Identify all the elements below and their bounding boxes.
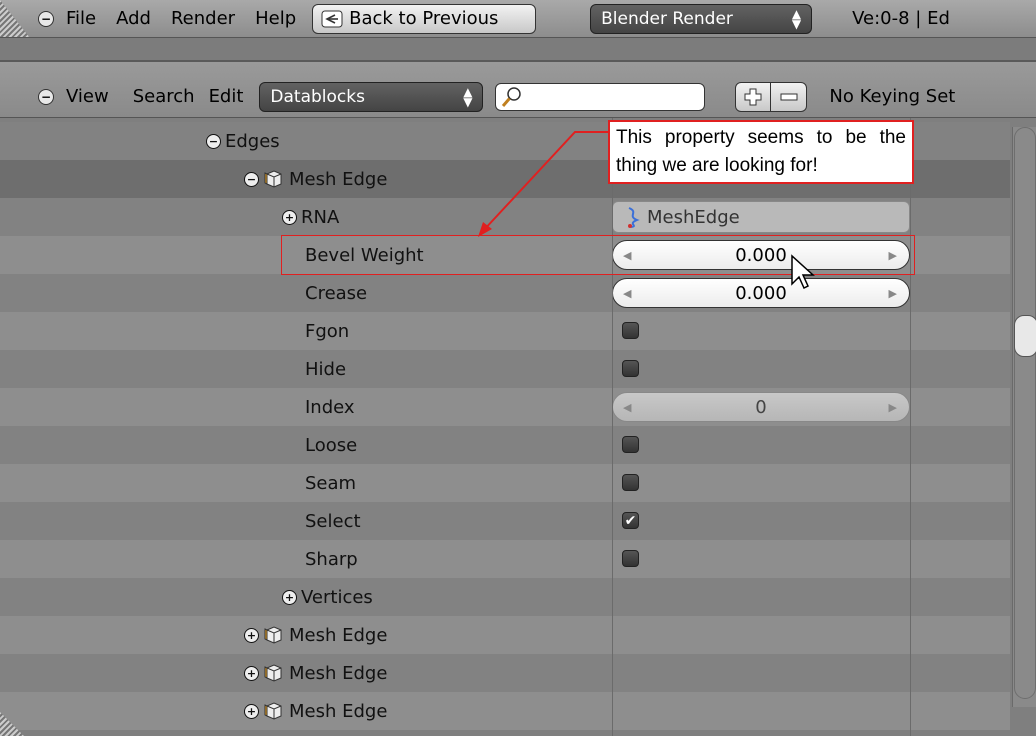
crease-field[interactable]: ◀ 0.000 ▶ <box>612 278 910 308</box>
decrement-arrow-icon[interactable]: ◀ <box>623 287 631 300</box>
mesh-cube-icon <box>264 664 282 682</box>
property-name: Crease <box>305 282 368 304</box>
display-mode-label: Datablocks <box>270 86 365 107</box>
edges-label: Edges <box>225 130 280 152</box>
increment-arrow-icon[interactable]: ▶ <box>889 287 897 300</box>
tree-row-mesh-edge[interactable]: + Mesh Edge <box>0 654 1010 692</box>
sharp-checkbox[interactable] <box>622 550 639 567</box>
property-name: Index <box>305 396 355 418</box>
annotation-callout: This property seems to be the thing we a… <box>608 120 914 184</box>
tree-row-seam[interactable]: Seam <box>0 464 1010 502</box>
tree-row-vertices[interactable]: + Vertices <box>0 578 1010 616</box>
property-name: Seam <box>305 472 357 494</box>
menu-help[interactable]: Help <box>255 8 296 29</box>
collapse-icon[interactable]: − <box>206 133 221 149</box>
back-arrow-icon <box>321 10 343 27</box>
plus-icon <box>744 88 762 105</box>
tree-row-crease[interactable]: Crease ◀ 0.000 ▶ <box>0 274 1010 312</box>
checkmark-icon: ✔ <box>624 512 637 529</box>
menu-view[interactable]: View <box>66 86 109 107</box>
collapse-menus-icon[interactable]: − <box>38 88 54 105</box>
mesh-cube-icon <box>264 170 282 188</box>
area-separator <box>0 38 1036 60</box>
tree-row-mesh-edge[interactable]: + Mesh Edge <box>0 692 1010 730</box>
increment-arrow-icon: ▶ <box>888 401 897 414</box>
menu-add[interactable]: Add <box>116 8 151 29</box>
updown-arrows-icon: ▲ ▼ <box>463 84 473 109</box>
index-field: ◀ 0 ▶ <box>612 392 910 422</box>
remove-keying-set-button[interactable] <box>771 81 808 112</box>
render-engine-label: Blender Render <box>601 8 733 29</box>
expand-icon[interactable]: + <box>244 703 259 719</box>
select-checkbox[interactable]: ✔ <box>622 512 639 529</box>
display-mode-select[interactable]: Datablocks ▲ ▼ <box>259 81 484 112</box>
expand-icon[interactable]: + <box>282 589 297 605</box>
info-header: − File Add Render Help Back to Previous … <box>0 0 1036 38</box>
tree-row-index[interactable]: Index ◀ 0 ▶ <box>0 388 1010 426</box>
mesh-edge-label: Mesh Edge <box>289 168 388 190</box>
mesh-edge-label: Mesh Edge <box>289 624 388 646</box>
rna-value: MeshEdge <box>647 206 740 228</box>
expand-icon[interactable]: + <box>244 627 259 643</box>
area-corner-handle[interactable] <box>0 0 30 37</box>
tree-row-mesh-edge[interactable]: + Mesh Edge <box>0 616 1010 654</box>
property-name: Hide <box>305 358 347 380</box>
column-divider[interactable] <box>612 118 613 736</box>
column-divider[interactable] <box>910 118 911 736</box>
back-to-previous-button[interactable]: Back to Previous <box>312 3 537 34</box>
rna-icon <box>628 207 640 228</box>
add-keying-set-button[interactable] <box>735 81 772 112</box>
vertices-label: Vertices <box>301 586 373 608</box>
rna-label: RNA <box>301 206 340 228</box>
keying-set-label: No Keying Set <box>829 86 956 107</box>
menu-render[interactable]: Render <box>171 8 235 29</box>
seam-checkbox[interactable] <box>622 474 639 491</box>
collapse-menus-icon[interactable]: − <box>38 10 54 27</box>
tree-row-hide[interactable]: Hide <box>0 350 1010 388</box>
render-engine-select[interactable]: Blender Render ▲ ▼ <box>590 3 813 34</box>
decrement-arrow-icon: ◀ <box>623 401 632 414</box>
mesh-edge-label: Mesh Edge <box>289 662 388 684</box>
property-value: 0 <box>755 396 767 418</box>
mesh-cube-icon <box>264 702 282 720</box>
hide-checkbox[interactable] <box>622 360 639 377</box>
tree-row-loose[interactable]: Loose <box>0 426 1010 464</box>
scrollbar-thumb[interactable] <box>1014 315 1036 357</box>
menu-edit[interactable]: Edit <box>209 86 244 107</box>
tree-row-rna[interactable]: + RNA MeshEdge <box>0 198 1010 236</box>
scene-stats: Ve:0-8 | Ed <box>852 8 950 29</box>
mouse-cursor-icon <box>791 254 815 290</box>
mesh-cube-icon <box>264 626 282 644</box>
search-input[interactable] <box>495 82 706 111</box>
expand-icon[interactable]: + <box>282 209 297 225</box>
rna-type-field: MeshEdge <box>612 201 910 233</box>
back-button-label: Back to Previous <box>349 8 499 29</box>
property-name: Loose <box>305 434 358 456</box>
scrollbar-track[interactable] <box>1014 127 1036 699</box>
loose-checkbox[interactable] <box>622 436 639 453</box>
minus-icon <box>780 93 798 100</box>
tree-row-fgon[interactable]: Fgon <box>0 312 1010 350</box>
property-value: 0.000 <box>735 282 787 304</box>
search-icon <box>502 86 522 107</box>
property-name: Sharp <box>305 548 358 570</box>
property-name: Fgon <box>305 320 350 342</box>
updown-arrows-icon: ▲ ▼ <box>791 6 802 31</box>
menu-search[interactable]: Search <box>133 86 195 107</box>
mesh-edge-label: Mesh Edge <box>289 700 388 722</box>
tree-row-select[interactable]: Select ✔ <box>0 502 1010 540</box>
outliner-tree: − Edges − Mesh Edge + RNA MeshEdge Bevel W… <box>0 118 1036 736</box>
collapse-icon[interactable]: − <box>244 171 259 187</box>
property-name: Select <box>305 510 361 532</box>
menu-file[interactable]: File <box>66 8 96 29</box>
outliner-header: − View Search Edit Datablocks ▲ ▼ No Keyi… <box>0 60 1036 118</box>
tree-row-sharp[interactable]: Sharp <box>0 540 1010 578</box>
expand-icon[interactable]: + <box>244 665 259 681</box>
fgon-checkbox[interactable] <box>622 322 639 339</box>
